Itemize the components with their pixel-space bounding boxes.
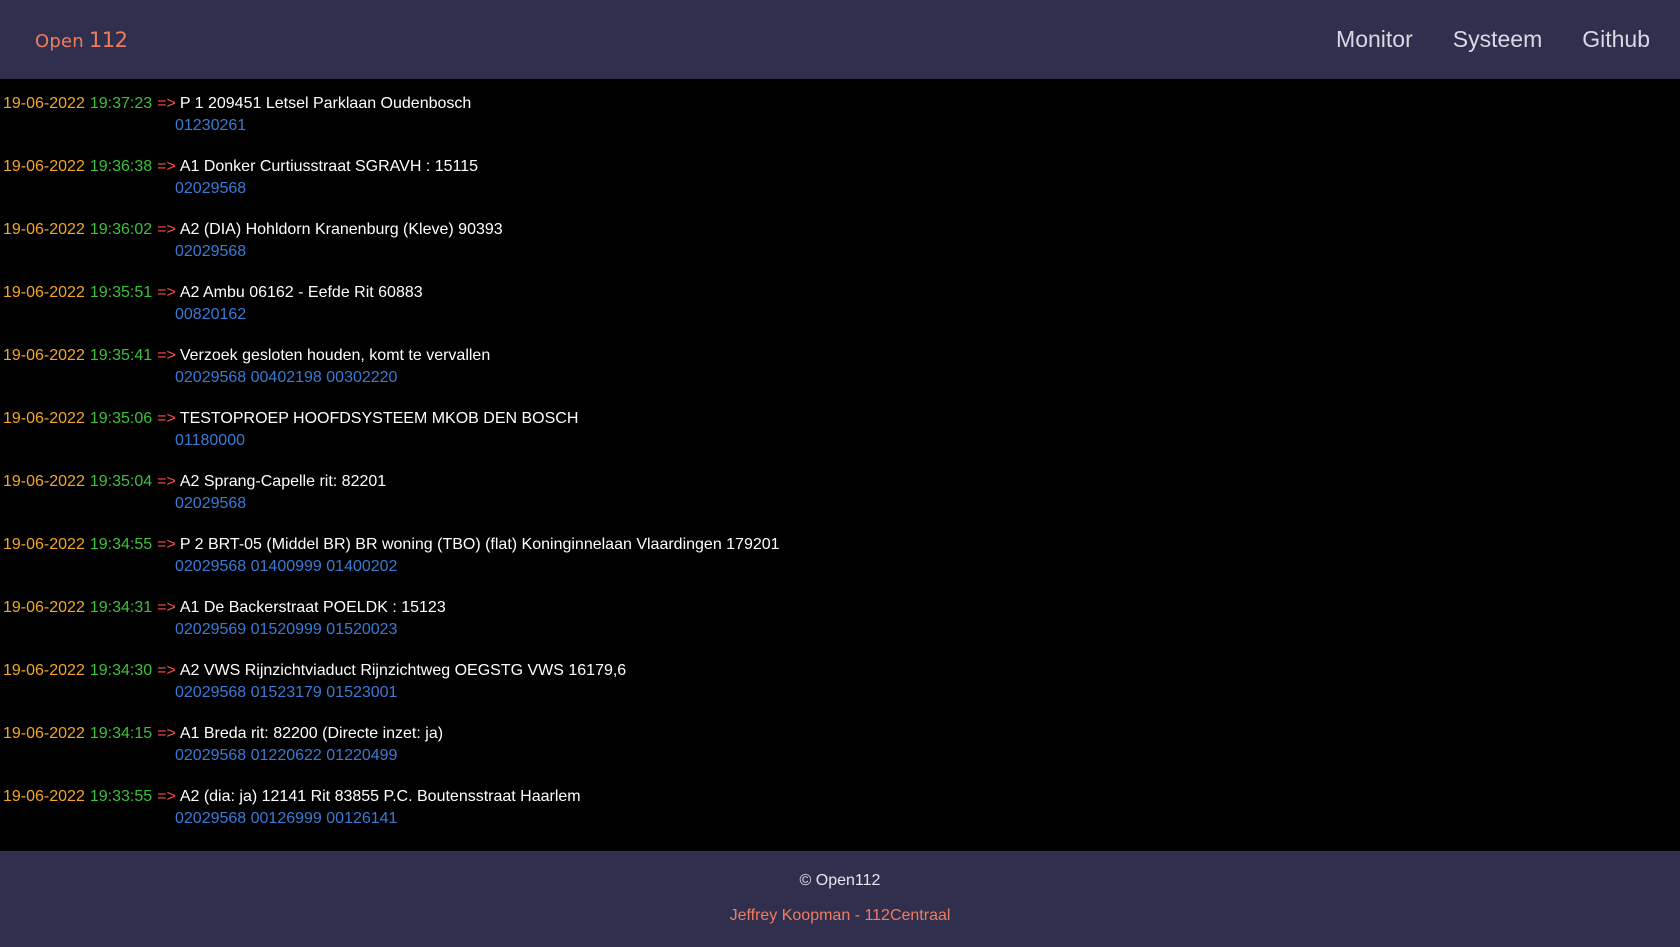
entry-time: 19:35:51 bbox=[89, 284, 153, 301]
entry-capcodes: 02029568 01220622 01220499 bbox=[175, 747, 398, 764]
entry-arrow: => bbox=[157, 536, 176, 553]
nav-link-github[interactable]: Github bbox=[1582, 26, 1650, 53]
entry-date: 19-06-2022 bbox=[3, 662, 85, 679]
entry-message: A2 (DIA) Hohldorn Kranenburg (Kleve) 903… bbox=[179, 221, 503, 238]
entry-message: P 2 BRT-05 (Middel BR) BR woning (TBO) (… bbox=[179, 536, 780, 553]
entry-capcodes: 01230261 bbox=[175, 117, 247, 134]
feed-entry: 19-06-2022 19:35:41 => Verzoek gesloten … bbox=[0, 345, 1680, 408]
entry-date: 19-06-2022 bbox=[3, 788, 85, 805]
feed-entry: 19-06-2022 19:37:23 => P 1 209451 Letsel… bbox=[0, 93, 1680, 156]
entry-message: A1 Breda rit: 82200 (Directe inzet: ja) bbox=[179, 725, 444, 742]
entry-date: 19-06-2022 bbox=[3, 158, 85, 175]
entry-message: P 1 209451 Letsel Parklaan Oudenbosch bbox=[179, 95, 472, 112]
feed-entry: 19-06-2022 19:35:04 => A2 Sprang-Capelle… bbox=[0, 471, 1680, 534]
entry-arrow: => bbox=[157, 221, 176, 238]
nav-link-monitor[interactable]: Monitor bbox=[1336, 26, 1413, 53]
entry-capcodes: 02029568 01400999 01400202 bbox=[175, 558, 398, 575]
entry-arrow: => bbox=[157, 788, 176, 805]
feed-entry: 19-06-2022 19:34:30 => A2 VWS Rijnzichtv… bbox=[0, 660, 1680, 723]
entry-arrow: => bbox=[157, 347, 176, 364]
entry-capcodes: 02029568 bbox=[175, 243, 247, 260]
feed-entry: 19-06-2022 19:33:55 => A2 (dia: ja) 1214… bbox=[0, 786, 1680, 849]
entry-date: 19-06-2022 bbox=[3, 221, 85, 238]
entry-arrow: => bbox=[157, 284, 176, 301]
entry-time: 19:34:55 bbox=[89, 536, 153, 553]
page-footer: © Open112 Jeffrey Koopman - 112Centraal bbox=[0, 851, 1680, 947]
entry-time: 19:36:38 bbox=[89, 158, 153, 175]
footer-copyright: © Open112 bbox=[799, 872, 881, 889]
entry-message: A2 Sprang-Capelle rit: 82201 bbox=[179, 473, 387, 490]
entry-arrow: => bbox=[157, 599, 176, 616]
entry-date: 19-06-2022 bbox=[3, 284, 85, 301]
feed-entry: 19-06-2022 19:34:31 => A1 De Backerstraa… bbox=[0, 597, 1680, 660]
entry-date: 19-06-2022 bbox=[3, 599, 85, 616]
entry-date: 19-06-2022 bbox=[3, 473, 85, 490]
entry-capcodes: 02029568 bbox=[175, 180, 247, 197]
feed-entry: 19-06-2022 19:34:15 => A1 Breda rit: 822… bbox=[0, 723, 1680, 786]
entry-time: 19:35:41 bbox=[89, 347, 153, 364]
brand-number: 112 bbox=[88, 27, 128, 52]
entry-time: 19:34:31 bbox=[89, 599, 153, 616]
message-feed: 19-06-2022 19:37:23 => P 1 209451 Letsel… bbox=[0, 79, 1680, 851]
nav-link-systeem[interactable]: Systeem bbox=[1453, 26, 1542, 53]
entry-message: A2 Ambu 06162 - Eefde Rit 60883 bbox=[179, 284, 423, 301]
entry-time: 19:34:15 bbox=[89, 725, 153, 742]
entry-arrow: => bbox=[157, 725, 176, 742]
entry-message: A1 Donker Curtiusstraat SGRAVH : 15115 bbox=[179, 158, 479, 175]
entry-date: 19-06-2022 bbox=[3, 347, 85, 364]
feed-entry: 19-06-2022 19:34:55 => P 2 BRT-05 (Midde… bbox=[0, 534, 1680, 597]
entry-capcodes: 02029568 01523179 01523001 bbox=[175, 684, 398, 701]
entry-date: 19-06-2022 bbox=[3, 536, 85, 553]
entry-message: A2 (dia: ja) 12141 Rit 83855 P.C. Bouten… bbox=[179, 788, 581, 805]
entry-time: 19:35:06 bbox=[89, 410, 153, 427]
entry-time: 19:33:55 bbox=[89, 788, 153, 805]
entry-capcodes: 02029568 00126999 00126141 bbox=[175, 810, 398, 827]
entry-time: 19:34:30 bbox=[89, 662, 153, 679]
entry-date: 19-06-2022 bbox=[3, 95, 85, 112]
feed-entry: 19-06-2022 19:35:06 => TESTOPROEP HOOFDS… bbox=[0, 408, 1680, 471]
entry-arrow: => bbox=[157, 410, 176, 427]
entry-message: TESTOPROEP HOOFDSYSTEEM MKOB DEN BOSCH bbox=[179, 410, 579, 427]
entry-time: 19:37:23 bbox=[89, 95, 153, 112]
main-nav: Monitor Systeem Github bbox=[1336, 26, 1650, 53]
entry-arrow: => bbox=[157, 95, 176, 112]
footer-author-link[interactable]: Jeffrey Koopman - 112Centraal bbox=[0, 907, 1680, 925]
entry-arrow: => bbox=[157, 662, 176, 679]
feed-entry: 19-06-2022 19:35:51 => A2 Ambu 06162 - E… bbox=[0, 282, 1680, 345]
entry-arrow: => bbox=[157, 158, 176, 175]
feed-entry: 19-06-2022 19:36:38 => A1 Donker Curtius… bbox=[0, 156, 1680, 219]
entry-capcodes: 02029568 00402198 00302220 bbox=[175, 369, 398, 386]
entry-time: 19:35:04 bbox=[89, 473, 153, 490]
entry-arrow: => bbox=[157, 473, 176, 490]
brand-word: Open bbox=[35, 30, 84, 52]
entry-time: 19:36:02 bbox=[89, 221, 153, 238]
brand-logo-link[interactable]: Open 112 bbox=[35, 27, 128, 52]
entry-date: 19-06-2022 bbox=[3, 410, 85, 427]
entry-message: A1 De Backerstraat POELDK : 15123 bbox=[179, 599, 446, 616]
entry-capcodes: 01180000 bbox=[175, 432, 245, 449]
entry-capcodes: 02029568 bbox=[175, 495, 247, 512]
entry-message: A2 VWS Rijnzichtviaduct Rijnzichtweg OEG… bbox=[179, 662, 627, 679]
feed-entry: 19-06-2022 19:36:02 => A2 (DIA) Hohldorn… bbox=[0, 219, 1680, 282]
entry-capcodes: 00820162 bbox=[175, 306, 247, 323]
entry-message: Verzoek gesloten houden, komt te vervall… bbox=[179, 347, 491, 364]
entry-capcodes: 02029569 01520999 01520023 bbox=[175, 621, 398, 638]
entry-date: 19-06-2022 bbox=[3, 725, 85, 742]
top-navbar: Open 112 Monitor Systeem Github bbox=[0, 0, 1680, 79]
